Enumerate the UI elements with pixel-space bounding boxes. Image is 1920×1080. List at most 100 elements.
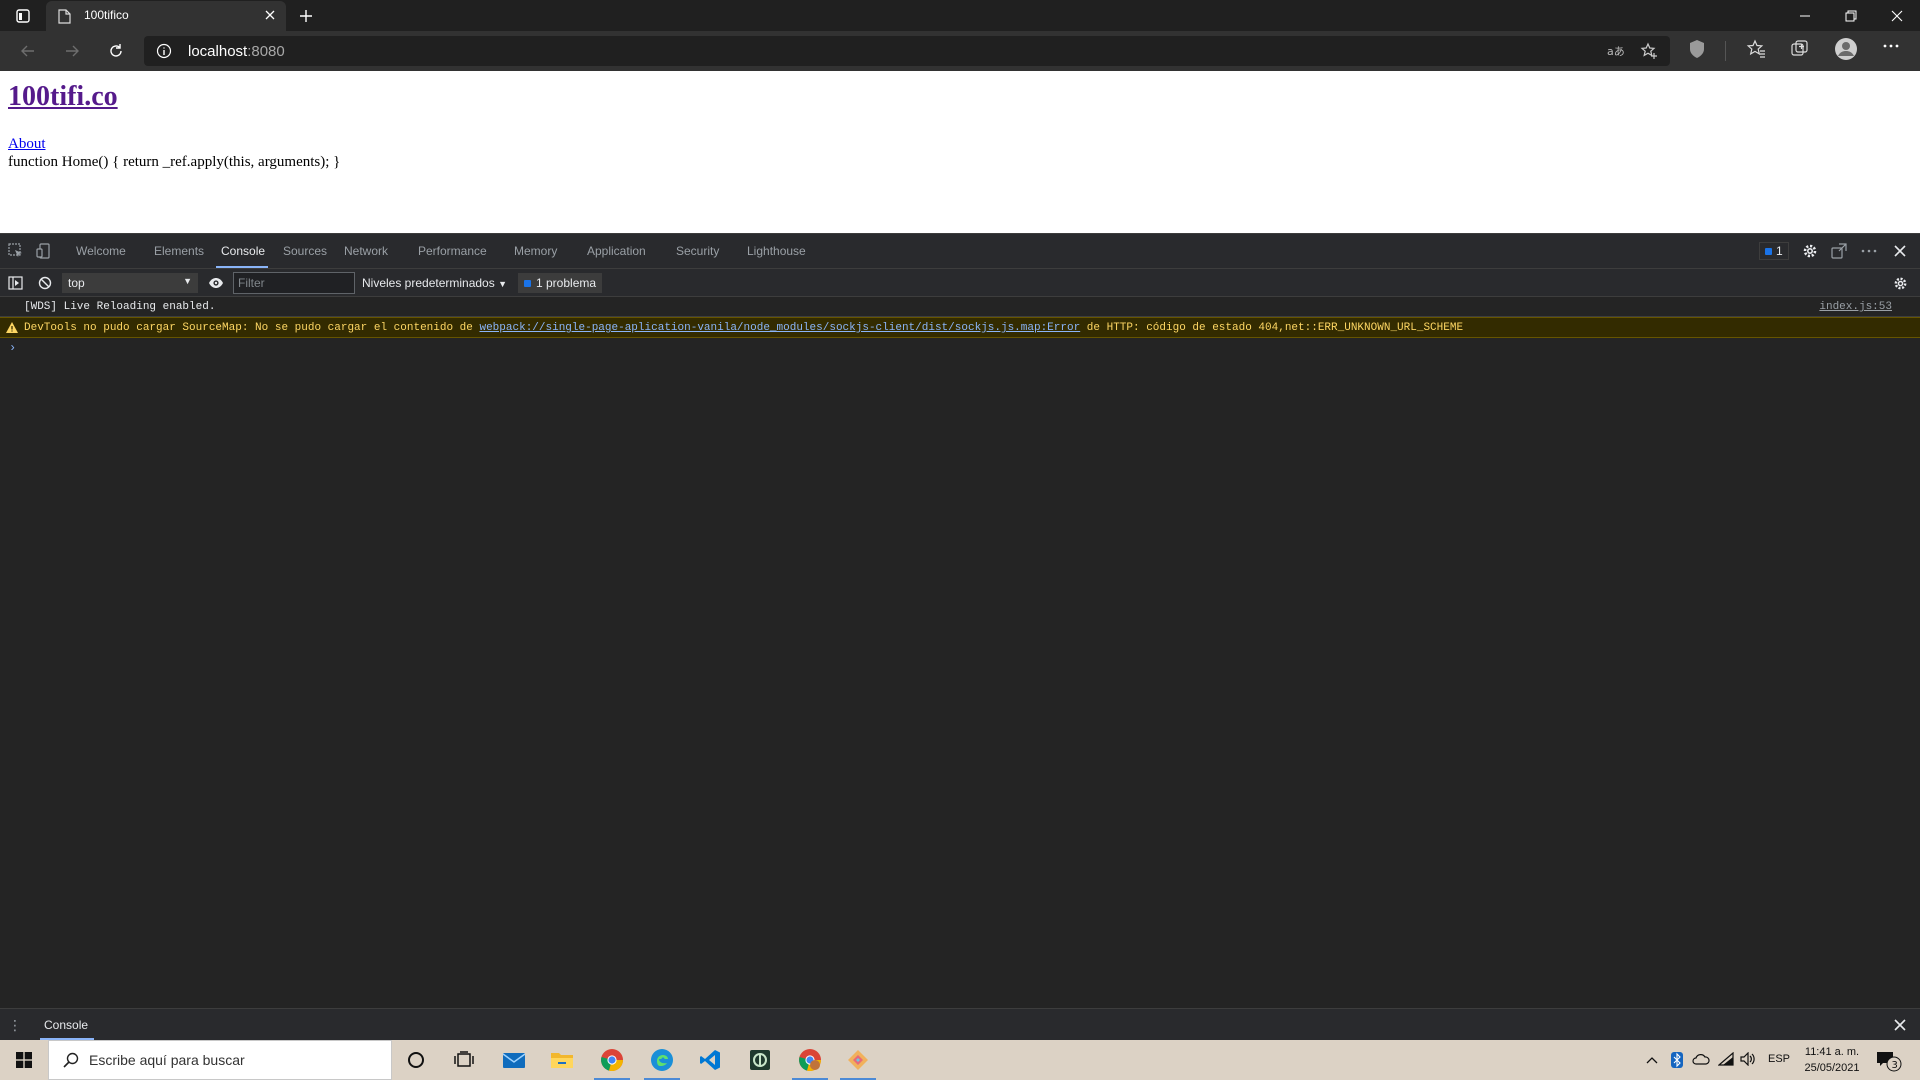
log-levels-dropdown[interactable]: Niveles predeterminados ▼ <box>362 276 507 290</box>
input-language-indicator[interactable]: ESP <box>1768 1053 1790 1065</box>
close-drawer-icon[interactable] <box>1894 1019 1906 1031</box>
devtools-drawer: ⋮ Console <box>0 1008 1920 1040</box>
tab-network[interactable]: Network <box>344 244 388 258</box>
devtools-panel: Welcome Elements Console Sources Network… <box>0 233 1920 1040</box>
device-toolbar-icon[interactable] <box>36 243 52 259</box>
issues-button[interactable]: 1 problema <box>518 273 603 293</box>
close-icon <box>1891 10 1903 21</box>
task-view-button[interactable] <box>440 1040 488 1080</box>
restore-button[interactable] <box>1828 0 1874 31</box>
url-port: :8080 <box>247 43 285 60</box>
chrome-profile-icon <box>799 1049 821 1072</box>
taskbar-vscode[interactable] <box>686 1040 734 1080</box>
show-hidden-icons-chevron-icon[interactable] <box>1646 1056 1658 1064</box>
url-text[interactable]: localhost:8080 <box>188 43 285 60</box>
favorites-icon[interactable] <box>1746 39 1766 59</box>
action-center-notification-icon[interactable]: 3 <box>1876 1050 1902 1072</box>
shield-extension-icon[interactable] <box>1688 39 1706 59</box>
taskbar-search[interactable]: Escribe aquí para buscar <box>48 1040 392 1080</box>
address-bar[interactable]: localhost:8080 aあ <box>144 36 1670 66</box>
taskbar-file-explorer[interactable] <box>538 1040 586 1080</box>
console-settings-gear-icon[interactable] <box>1893 276 1908 291</box>
tab-sources[interactable]: Sources <box>283 244 327 258</box>
start-button[interactable] <box>0 1040 48 1080</box>
tab-welcome[interactable]: Welcome <box>76 244 126 258</box>
bluetooth-icon[interactable] <box>1671 1052 1683 1068</box>
dock-side-icon[interactable] <box>1831 243 1847 259</box>
tab-memory[interactable]: Memory <box>514 244 557 258</box>
mail-icon <box>502 1053 526 1068</box>
minimize-button[interactable] <box>1782 0 1828 31</box>
inspect-element-icon[interactable] <box>8 243 24 259</box>
taskbar-chrome-profile[interactable] <box>786 1040 834 1080</box>
wifi-icon[interactable] <box>1718 1052 1734 1066</box>
tab-elements[interactable]: Elements <box>154 244 204 258</box>
browser-tab-active[interactable]: 100tifico <box>46 1 286 31</box>
issues-count: 1 <box>1776 244 1783 258</box>
message-source-link[interactable]: index.js:53 <box>1819 301 1892 313</box>
warning-prefix: DevTools no pudo cargar SourceMap: No se… <box>24 322 480 334</box>
sourcemap-link[interactable]: webpack://single-page-aplication-vanila/… <box>479 322 1080 334</box>
filter-input[interactable] <box>233 272 355 294</box>
taskbar-clock[interactable]: 11:41 a. m. 25/05/2021 <box>1800 1044 1864 1076</box>
settings-gear-icon[interactable] <box>1802 243 1818 259</box>
url-host: localhost <box>188 43 248 60</box>
drawer-tab-console[interactable]: Console <box>44 1018 88 1032</box>
taskbar-edge[interactable] <box>638 1040 686 1080</box>
close-devtools-icon[interactable] <box>1894 245 1906 257</box>
more-options-icon[interactable] <box>1882 43 1900 49</box>
drawer-menu-icon[interactable]: ⋮ <box>8 1017 23 1034</box>
tab-application[interactable]: Application <box>587 244 646 258</box>
site-title-link[interactable]: 100tifi.co <box>8 81 118 113</box>
tab-performance[interactable]: Performance <box>418 244 487 258</box>
active-tab-indicator <box>216 266 268 268</box>
windows-logo-icon <box>16 1052 32 1068</box>
tab-actions-button[interactable] <box>8 2 38 29</box>
vscode-icon <box>700 1050 720 1070</box>
collections-icon[interactable] <box>1790 39 1810 59</box>
console-messages: [WDS] Live Reloading enabled. index.js:5… <box>0 297 1920 355</box>
issues-badge[interactable]: 1 <box>1759 242 1789 260</box>
console-prompt-chevron-icon[interactable]: › <box>9 341 16 355</box>
file-explorer-icon <box>551 1053 573 1068</box>
onedrive-cloud-icon[interactable] <box>1692 1052 1710 1066</box>
info-icon[interactable] <box>156 43 172 59</box>
context-selector[interactable]: top ▼ <box>62 273 198 293</box>
new-tab-button[interactable] <box>294 4 318 28</box>
cortana-button[interactable] <box>392 1040 440 1080</box>
search-icon <box>63 1052 79 1068</box>
live-expression-eye-icon[interactable] <box>208 277 224 289</box>
read-aloud-icon[interactable]: aあ <box>1606 42 1624 60</box>
cmder-icon <box>750 1050 770 1070</box>
about-link[interactable]: About <box>8 136 46 153</box>
sidebar-toggle-icon[interactable] <box>8 276 23 290</box>
profile-avatar-icon[interactable] <box>1834 37 1858 61</box>
clear-console-icon[interactable] <box>38 276 52 290</box>
notification-count: 3 <box>1892 1060 1898 1071</box>
taskbar-mail[interactable] <box>490 1040 538 1080</box>
taskbar-chrome[interactable] <box>588 1040 636 1080</box>
console-message-log: [WDS] Live Reloading enabled. index.js:5… <box>0 297 1920 317</box>
edge-icon <box>651 1049 673 1071</box>
page-viewport: 100tifi.co About function Home() { retur… <box>0 71 1920 233</box>
more-tools-icon[interactable] <box>1861 249 1877 253</box>
taskbar-gitkraken[interactable] <box>834 1040 882 1080</box>
warning-suffix: de HTTP: código de estado 404,net::ERR_U… <box>1080 322 1464 334</box>
tab-lighthouse[interactable]: Lighthouse <box>747 244 806 258</box>
cortana-icon <box>408 1052 424 1068</box>
issue-icon <box>1765 247 1772 255</box>
close-window-button[interactable] <box>1874 0 1920 31</box>
forward-button[interactable] <box>58 37 86 65</box>
toolbar-separator <box>1725 41 1726 61</box>
taskbar-cmder[interactable] <box>736 1040 784 1080</box>
add-favorite-icon[interactable] <box>1640 42 1658 60</box>
devtools-tab-bar: Welcome Elements Console Sources Network… <box>0 234 1920 269</box>
close-tab-icon[interactable] <box>264 9 276 21</box>
dropdown-arrow-icon: ▼ <box>183 276 192 286</box>
tab-console[interactable]: Console <box>221 244 265 258</box>
tab-security[interactable]: Security <box>676 244 719 258</box>
volume-icon[interactable] <box>1740 1052 1756 1066</box>
reload-button[interactable] <box>102 37 130 65</box>
arrow-left-icon <box>21 45 34 57</box>
back-button[interactable] <box>14 37 42 65</box>
